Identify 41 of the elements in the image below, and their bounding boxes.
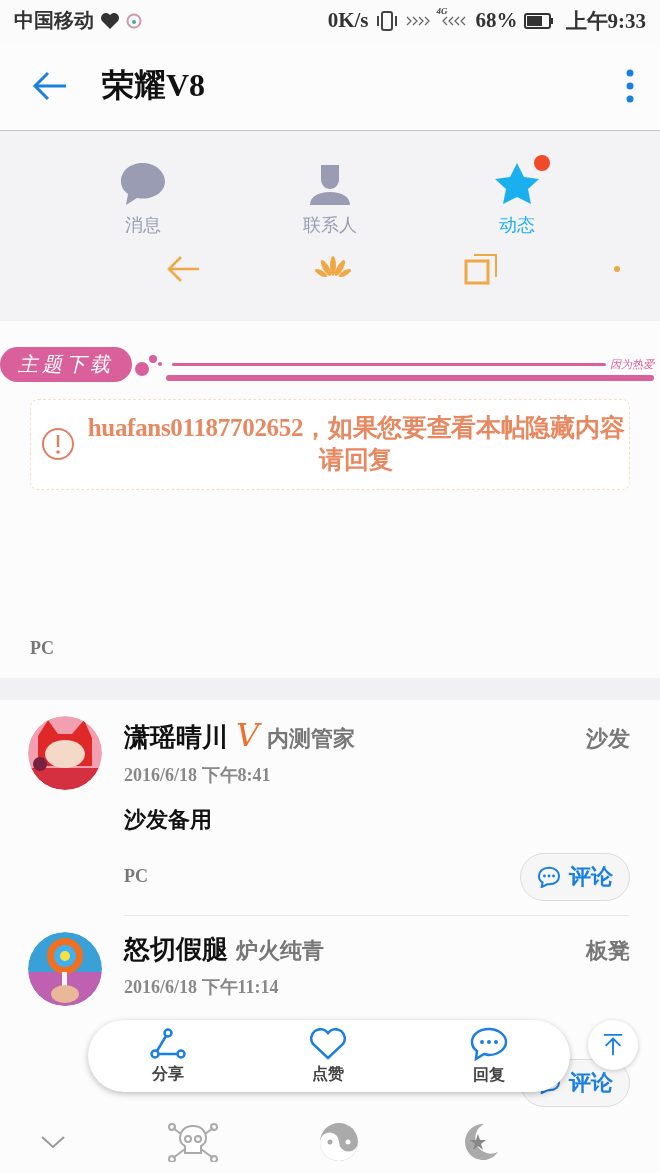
post-source: PC [124, 866, 148, 888]
battery-icon [523, 12, 554, 29]
share-icon [149, 1027, 186, 1060]
banner-label: 主题下载 [0, 347, 132, 383]
scroll-to-top-button[interactable] [588, 1020, 638, 1070]
heartbeat-icon [100, 11, 120, 30]
floor-label: 沙发 [586, 724, 630, 753]
action-button[interactable]: 分享 [149, 1027, 186, 1085]
chevron-down-icon[interactable] [40, 1134, 66, 1151]
network-speed: 0K/s [327, 8, 369, 34]
vibrate-icon [374, 10, 399, 31]
more-menu-icon[interactable] [626, 69, 634, 104]
heart-icon [309, 1027, 347, 1060]
banner-tagline: 因为热爱 [610, 356, 654, 372]
carrier-name: 中国移动 [14, 8, 94, 34]
yin-yang-icon[interactable] [319, 1122, 360, 1163]
back-arrow-icon[interactable] [32, 70, 68, 103]
post-source: PC [30, 638, 54, 659]
post-time: 2016/6/18 下午8:41 [124, 763, 272, 787]
author-name[interactable]: 潇瑶晴川 [124, 719, 228, 755]
floor-label: 板凳 [586, 936, 630, 965]
post-time: 2016/6/18 下午11:14 [124, 975, 280, 999]
arrow-up-icon [601, 1033, 625, 1057]
user-rank: 炉火纯青 [236, 936, 324, 965]
gauge-icon [126, 12, 142, 29]
battery-level: 68% [475, 8, 518, 34]
author-name[interactable]: 怒切假腿 [124, 931, 228, 967]
network-type: 4G [436, 5, 448, 16]
notification-dot [533, 155, 550, 172]
post-text: 沙发备用 [124, 805, 213, 834]
dot-icon [613, 266, 620, 273]
action-button[interactable]: 回复 [470, 1026, 509, 1086]
notice-text: huafans01187702652，如果您要查看本帖隐藏内容请回复 [87, 413, 625, 476]
clock: 上午9:33 [565, 7, 646, 35]
action-button[interactable]: 点赞 [309, 1027, 347, 1085]
warning-icon [41, 427, 75, 462]
page-title: 荣耀V8 [102, 66, 206, 106]
verified-mark: V [236, 715, 260, 754]
user-rank: 内测管家 [267, 724, 356, 753]
skull-crossbones-icon[interactable] [166, 1122, 219, 1163]
comment-button[interactable]: 评论 [520, 852, 630, 901]
